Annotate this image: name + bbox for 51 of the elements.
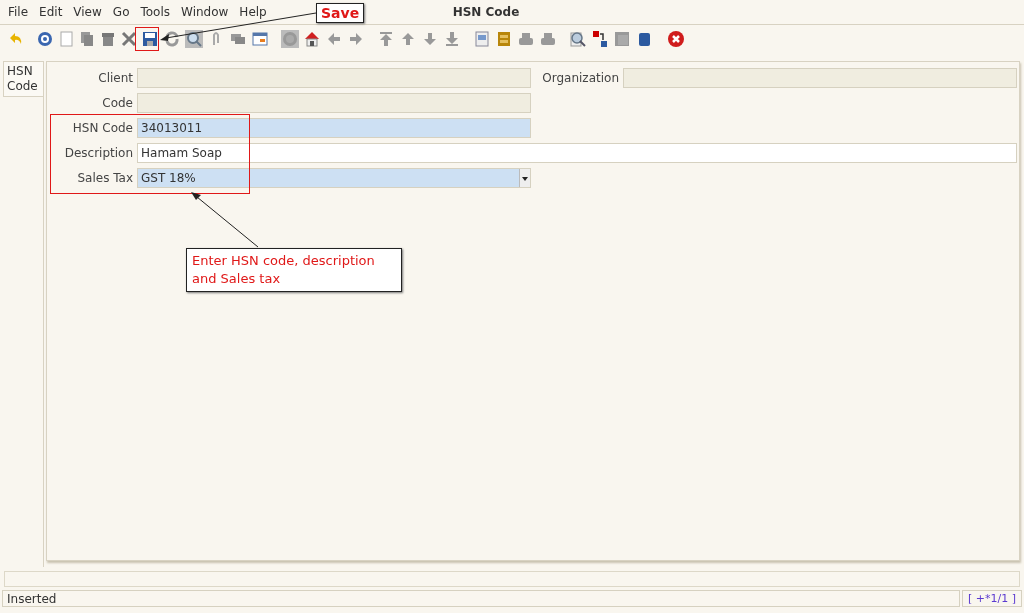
field-value: 34013011 xyxy=(141,121,203,135)
report-icon[interactable] xyxy=(473,30,491,48)
tab[interactable]: HSN Code xyxy=(3,61,43,97)
field-value: GST 18% xyxy=(141,171,196,185)
record-indicator: [ +*1/1 ] xyxy=(962,590,1022,607)
window-icon[interactable] xyxy=(251,30,269,48)
field-label: Organization xyxy=(541,70,619,87)
menu-item[interactable]: Edit xyxy=(35,5,67,19)
field-label: Client xyxy=(97,70,133,87)
input-field[interactable] xyxy=(623,68,1017,88)
printer-icon[interactable] xyxy=(539,30,557,48)
callout-label: Enter HSN code, description and Sales tax xyxy=(186,248,402,292)
last-record-icon[interactable] xyxy=(443,30,461,48)
field-value: Hamam Soap xyxy=(141,146,222,160)
dropdown-field[interactable]: GST 18% xyxy=(137,168,531,188)
help-icon[interactable] xyxy=(36,30,54,48)
printer-icon[interactable] xyxy=(517,30,535,48)
archive-icon[interactable] xyxy=(495,30,513,48)
callout-label: Save xyxy=(316,3,365,23)
menu-item[interactable]: Help xyxy=(235,5,271,19)
save-icon[interactable] xyxy=(141,30,159,48)
close-icon[interactable] xyxy=(667,30,685,48)
field-label: Sales Tax xyxy=(76,170,133,187)
pointer-arrow xyxy=(191,192,259,248)
input-field[interactable]: Hamam Soap xyxy=(137,143,1017,163)
menu-item[interactable]: View xyxy=(69,5,106,19)
right-arrow-icon[interactable] xyxy=(347,30,365,48)
refresh-icon[interactable] xyxy=(163,30,181,48)
copy-icon[interactable] xyxy=(78,30,96,48)
menu-item[interactable]: Window xyxy=(177,5,233,19)
input-field[interactable] xyxy=(137,93,531,113)
input-field[interactable]: 34013011 xyxy=(137,118,531,138)
field-label: Description xyxy=(63,145,133,162)
input-field[interactable] xyxy=(137,68,531,88)
field-label: HSN Code xyxy=(71,120,133,137)
status-message: Inserted xyxy=(2,590,960,607)
workflow-icon[interactable] xyxy=(591,30,609,48)
tools-icon[interactable] xyxy=(120,30,138,48)
menu-item[interactable]: Tools xyxy=(136,5,175,19)
first-record-icon[interactable] xyxy=(377,30,395,48)
menu-item[interactable]: Go xyxy=(108,5,134,19)
highlight-frame xyxy=(135,27,159,51)
home-icon[interactable] xyxy=(303,30,321,48)
window-stack-icon[interactable] xyxy=(613,30,631,48)
window-title: HSN Code xyxy=(452,5,520,19)
trash-icon[interactable] xyxy=(99,30,117,48)
find-icon[interactable] xyxy=(185,30,203,48)
field-label: Code xyxy=(101,95,133,112)
zoom-icon[interactable] xyxy=(569,30,587,48)
dropdown-caret-icon[interactable] xyxy=(519,169,530,187)
menu-item[interactable]: File xyxy=(4,5,33,19)
